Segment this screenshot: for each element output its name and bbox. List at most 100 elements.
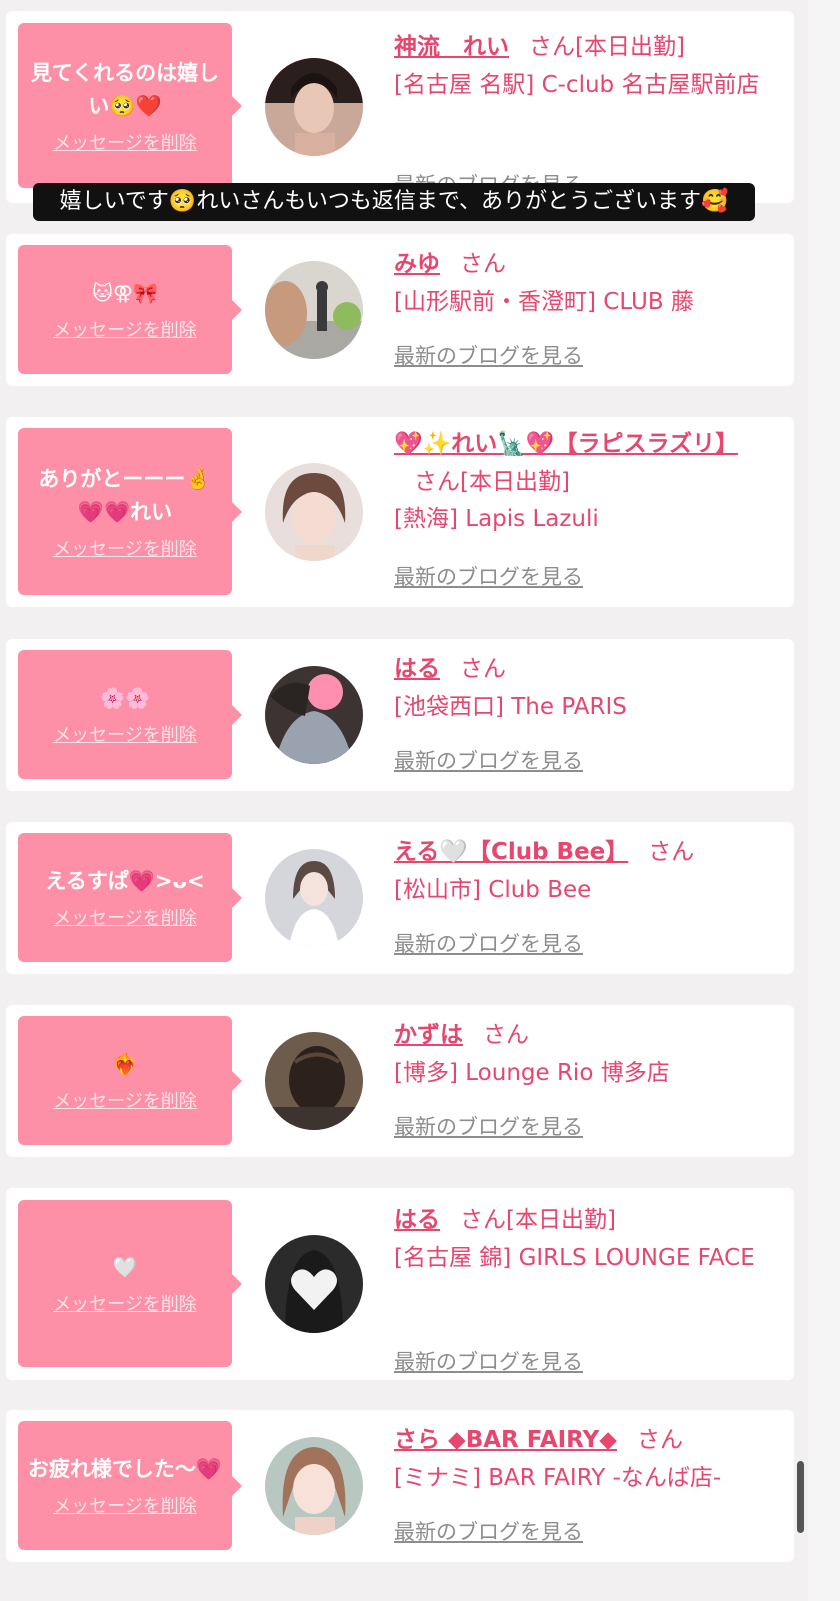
store-name: [名古屋 錦] GIRLS LOUNGE FACE bbox=[394, 1245, 755, 1271]
message-bubble: お疲れ様でした〜💗 メッセージを削除 bbox=[18, 1421, 242, 1550]
message-card: 見てくれるのは嬉しい🥺❤️ メッセージを削除 神流 れい さん[本日出勤] [名古… bbox=[6, 11, 794, 203]
honorific: さん bbox=[648, 839, 695, 865]
latest-blog-link[interactable]: 最新のブログを見る bbox=[394, 340, 583, 370]
on-duty-badge: [本日出勤] bbox=[460, 469, 570, 495]
heart-face-icon bbox=[265, 1235, 363, 1333]
name-line: はる さん bbox=[394, 649, 774, 689]
woman-portrait-icon bbox=[265, 58, 363, 156]
cast-name-link[interactable]: 神流 れい bbox=[394, 34, 509, 60]
honorific: さん bbox=[460, 1207, 506, 1233]
cast-info: える🤍【Club Bee】 さん [松山市] Club Bee 最新のブログを見る bbox=[394, 832, 774, 956]
latest-blog-link[interactable]: 最新のブログを見る bbox=[394, 745, 583, 775]
message-card: ❤️‍🔥 メッセージを削除 かずは さん [博多] Lounge Rio 博多店 … bbox=[6, 1005, 794, 1157]
delete-message-link[interactable]: メッセージを削除 bbox=[53, 316, 197, 342]
name-line: 💖✨れい🗽💖【ラピスラズリ】さん[本日出勤] bbox=[394, 425, 774, 501]
store-name: [博多] Lounge Rio 博多店 bbox=[394, 1060, 670, 1086]
message-card: 🌸🌸 メッセージを削除 はる さん [池袋西口] The PARIS 最新のブログ… bbox=[6, 639, 794, 791]
bubble-text: 見てくれるのは嬉しい🥺❤️ bbox=[30, 60, 220, 118]
message-bubble: 見てくれるのは嬉しい🥺❤️ メッセージを削除 bbox=[18, 23, 242, 188]
honorific: さん bbox=[460, 656, 506, 682]
avatar[interactable] bbox=[265, 1437, 363, 1535]
name-line: みゆ さん bbox=[394, 244, 774, 284]
cast-name-link[interactable]: える🤍【Club Bee】 bbox=[394, 839, 628, 865]
message-bubble: えるすぱ💗>ᴗ< メッセージを削除 bbox=[18, 833, 242, 962]
store-name: [ミナミ] BAR FAIRY -なんば店- bbox=[394, 1465, 722, 1491]
cast-info: みゆ さん [山形駅前・香澄町] CLUB 藤 最新のブログを見る bbox=[394, 244, 774, 368]
message-card: 🤍 メッセージを削除 はる さん[本日出勤] [名古屋 錦] GIRLS LOUN… bbox=[6, 1188, 794, 1380]
cast-info: さら ◆BAR FAIRY◆ さん [ミナミ] BAR FAIRY -なんば店- … bbox=[394, 1420, 774, 1544]
cast-info: 💖✨れい🗽💖【ラピスラズリ】さん[本日出勤] [熱海] Lapis Lazuli… bbox=[394, 425, 774, 589]
message-card: えるすぱ💗>ᴗ< メッセージを削除 える🤍【Club Bee】 さん [松山市] … bbox=[6, 822, 794, 974]
avatar[interactable] bbox=[265, 849, 363, 947]
woman-portrait-icon bbox=[265, 1437, 363, 1535]
name-line: さら ◆BAR FAIRY◆ さん bbox=[394, 1420, 774, 1460]
latest-blog-link[interactable]: 最新のブログを見る bbox=[394, 1516, 583, 1546]
delete-message-link[interactable]: メッセージを削除 bbox=[53, 535, 197, 561]
store-name: [松山市] Club Bee bbox=[394, 877, 592, 903]
cast-name-link[interactable]: かずは bbox=[394, 1022, 463, 1048]
message-card: 🐱⚢🎀 メッセージを削除 みゆ さん [山形駅前・香澄町] CLUB 藤 最新のブ… bbox=[6, 234, 794, 386]
delete-message-link[interactable]: メッセージを削除 bbox=[53, 1492, 197, 1518]
cast-name-link[interactable]: さら ◆BAR FAIRY◆ bbox=[394, 1427, 617, 1453]
message-list: 見てくれるのは嬉しい🥺❤️ メッセージを削除 神流 れい さん[本日出勤] [名古… bbox=[0, 0, 840, 1601]
cast-name-link[interactable]: はる bbox=[394, 1207, 440, 1233]
store-name: [名古屋 名駅] C-club 名古屋駅前店 bbox=[394, 72, 760, 98]
latest-blog-link[interactable]: 最新のブログを見る bbox=[394, 928, 583, 958]
bubble-text: 🤍 bbox=[112, 1255, 138, 1279]
cast-info: はる さん [池袋西口] The PARIS 最新のブログを見る bbox=[394, 649, 774, 773]
avatar[interactable] bbox=[265, 1235, 363, 1333]
bubble-text: ありがとーーー🤞💗💗れい bbox=[38, 466, 212, 524]
message-bubble: ❤️‍🔥 メッセージを削除 bbox=[18, 1016, 242, 1145]
woman-portrait-icon bbox=[265, 463, 363, 561]
latest-blog-link[interactable]: 最新のブログを見る bbox=[394, 1346, 583, 1376]
bubble-text: 🐱⚢🎀 bbox=[92, 281, 158, 305]
avatar[interactable] bbox=[265, 1032, 363, 1130]
message-card: お疲れ様でした〜💗 メッセージを削除 さら ◆BAR FAIRY◆ さん [ミナミ… bbox=[6, 1410, 794, 1562]
name-line: える🤍【Club Bee】 さん bbox=[394, 832, 774, 872]
cast-name-link[interactable]: はる bbox=[394, 656, 440, 682]
avatar[interactable] bbox=[265, 58, 363, 156]
avatar[interactable] bbox=[265, 261, 363, 359]
delete-message-link[interactable]: メッセージを削除 bbox=[53, 1087, 197, 1113]
avatar[interactable] bbox=[265, 666, 363, 764]
avatar[interactable] bbox=[265, 463, 363, 561]
message-bubble: ありがとーーー🤞💗💗れい メッセージを削除 bbox=[18, 428, 242, 595]
delete-message-link[interactable]: メッセージを削除 bbox=[53, 129, 197, 155]
delete-message-link[interactable]: メッセージを削除 bbox=[53, 721, 197, 747]
on-duty-badge: [本日出勤] bbox=[506, 1207, 616, 1233]
honorific: さん bbox=[636, 1427, 683, 1453]
store-name: [熱海] Lapis Lazuli bbox=[394, 506, 599, 532]
honorific: さん bbox=[414, 469, 460, 495]
latest-blog-link[interactable]: 最新のブログを見る bbox=[394, 1111, 583, 1141]
street-photo-icon bbox=[265, 261, 363, 359]
cast-info: かずは さん [博多] Lounge Rio 博多店 最新のブログを見る bbox=[394, 1015, 774, 1139]
on-duty-badge: [本日出勤] bbox=[575, 34, 685, 60]
cast-name-link[interactable]: みゆ bbox=[394, 251, 440, 277]
store-name: [池袋西口] The PARIS bbox=[394, 694, 627, 720]
name-line: かずは さん bbox=[394, 1015, 774, 1055]
store-name: [山形駅前・香澄町] CLUB 藤 bbox=[394, 289, 694, 315]
hair-photo-icon bbox=[265, 1032, 363, 1130]
bubble-text: 🌸🌸 bbox=[100, 686, 150, 710]
woman-portrait-icon bbox=[265, 849, 363, 947]
latest-blog-link[interactable]: 最新のブログを見る bbox=[394, 561, 583, 591]
message-bubble: 🌸🌸 メッセージを削除 bbox=[18, 650, 242, 779]
bubble-text: えるすぱ💗>ᴗ< bbox=[45, 869, 205, 893]
message-card: ありがとーーー🤞💗💗れい メッセージを削除 💖✨れい🗽💖【ラピスラズリ】さん[本… bbox=[6, 417, 794, 607]
cast-info: 神流 れいさん[本日出勤] [名古屋 名駅] C-club 名古屋駅前店 最新の… bbox=[394, 27, 774, 197]
message-bubble: 🤍 メッセージを削除 bbox=[18, 1200, 242, 1367]
blurred-face-icon bbox=[265, 666, 363, 764]
delete-message-link[interactable]: メッセージを削除 bbox=[53, 904, 197, 930]
scrollbar-thumb[interactable] bbox=[797, 1461, 804, 1533]
bubble-text: ❤️‍🔥 bbox=[112, 1052, 138, 1076]
honorific: さん bbox=[460, 251, 506, 277]
cast-info: はる さん[本日出勤] [名古屋 錦] GIRLS LOUNGE FACE 最新の… bbox=[394, 1200, 774, 1374]
name-line: 神流 れい さん[本日出勤] bbox=[394, 27, 774, 67]
honorific: さん bbox=[483, 1022, 529, 1048]
bubble-text: お疲れ様でした〜💗 bbox=[27, 1457, 223, 1481]
message-bubble: 🐱⚢🎀 メッセージを削除 bbox=[18, 245, 242, 374]
name-line: はる さん[本日出勤] bbox=[394, 1200, 774, 1240]
video-caption: 嬉しいです🥺れいさんもいつも返信まで、ありがとうございます🥰 bbox=[33, 183, 755, 221]
cast-name-link[interactable]: 💖✨れい🗽💖【ラピスラズリ】 bbox=[394, 431, 738, 457]
delete-message-link[interactable]: メッセージを削除 bbox=[53, 1290, 197, 1316]
